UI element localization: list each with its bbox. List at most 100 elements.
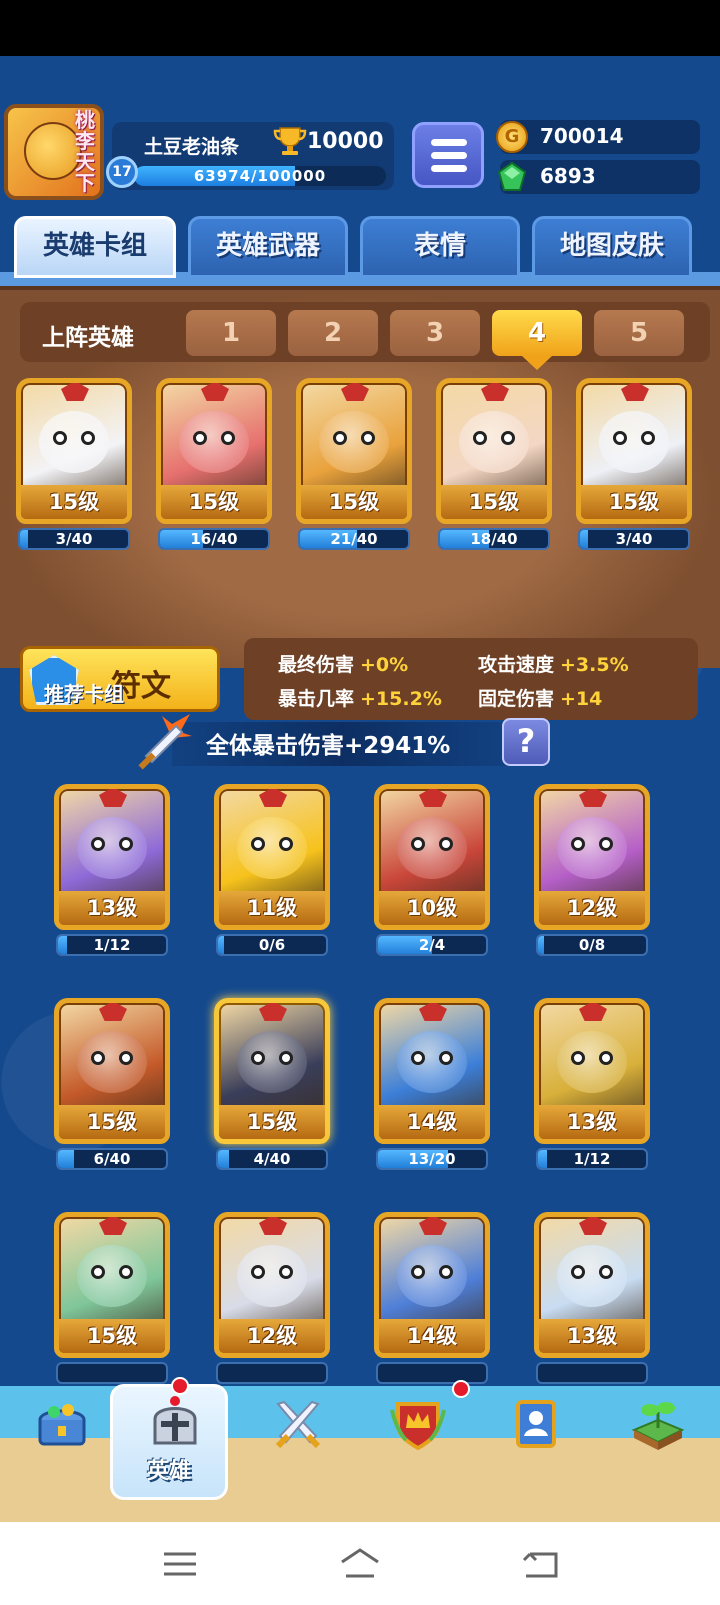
menu-icon-line (431, 152, 467, 159)
stat-final-damage: 最终伤害 +0% (278, 650, 408, 677)
nav-heroes-label: 英雄 (146, 1459, 191, 1484)
hero-face (557, 1245, 627, 1307)
stat-value: +15.2% (360, 688, 442, 710)
card-crest-icon (201, 383, 229, 401)
hero-card-progress-text: 6/40 (93, 1150, 131, 1168)
stat-name: 暴击几率 (278, 688, 355, 710)
hero-eye (411, 1051, 425, 1065)
hero-level: 12级 (219, 1319, 325, 1353)
hero-eye (501, 431, 515, 445)
hero-portrait: 12级 (534, 784, 650, 930)
hero-card[interactable]: 15级 (48, 1212, 176, 1384)
hero-level: 10级 (379, 891, 485, 925)
hero-card[interactable]: 14级 13/20 (368, 998, 496, 1170)
help-button[interactable]: ? (502, 718, 550, 766)
hero-eye (119, 1265, 133, 1279)
hero-portrait: 15级 (296, 378, 412, 524)
lineup-slot-4[interactable]: 4 (492, 310, 582, 370)
nav-shop[interactable] (0, 1386, 118, 1498)
hero-face (77, 1245, 147, 1307)
treasure-chest-icon (38, 1404, 86, 1446)
player-avatar[interactable]: 桃李天下 (4, 104, 104, 200)
player-level-badge: 17 (106, 156, 138, 188)
recent-apps-icon[interactable] (156, 1540, 204, 1588)
card-crest-icon (579, 789, 607, 807)
hero-card-progress-text: 21/40 (330, 530, 378, 548)
hero-card[interactable]: 15级 3/40 (10, 378, 138, 550)
menu-button[interactable] (412, 122, 484, 188)
hero-card[interactable]: 15级 21/40 (290, 378, 418, 550)
hero-level: 12级 (539, 891, 645, 925)
hero-card[interactable]: 15级 6/40 (48, 998, 176, 1170)
crit-damage-banner: 全体暴击伤害+2941% (132, 712, 552, 772)
hero-portrait: 15级 (436, 378, 552, 524)
hero-card[interactable]: 13级 1/12 (528, 998, 656, 1170)
lineup-slot-5[interactable]: 5 (594, 310, 684, 356)
tab-hero-deck[interactable]: 英雄卡组 (14, 216, 176, 278)
social-scroll-icon (516, 1400, 556, 1448)
hero-eye (599, 837, 613, 851)
lineup-slot-3[interactable]: 3 (390, 310, 480, 356)
gem-counter[interactable]: 6893 (497, 160, 700, 194)
hero-card[interactable]: 15级 4/40 (208, 998, 336, 1170)
hero-eye (411, 1265, 425, 1279)
card-crest-icon (481, 383, 509, 401)
tab-emotes[interactable]: 表情 (360, 216, 520, 278)
hero-eye (473, 431, 487, 445)
nav-social[interactable] (474, 1386, 592, 1498)
hero-card[interactable]: 12级 (208, 1212, 336, 1384)
tab-hero-weapons[interactable]: 英雄武器 (188, 216, 348, 278)
stat-name: 最终伤害 (278, 654, 355, 676)
hero-card[interactable]: 15级 18/40 (430, 378, 558, 550)
lineup-panel: 上阵英雄 1 2 3 4 5 15级 3/40 15级 16/40 15级 21/40 15… (0, 286, 720, 720)
nav-map[interactable] (596, 1386, 714, 1498)
hero-card-progress (56, 1362, 168, 1384)
hero-card-progress-text: 16/40 (190, 530, 238, 548)
gold-coin-icon: G (496, 121, 528, 153)
nav-battle[interactable] (236, 1386, 354, 1498)
card-crest-icon (259, 789, 287, 807)
hero-eye (91, 1051, 105, 1065)
hero-card-progress: 18/40 (438, 528, 550, 550)
card-crest-icon (419, 1003, 447, 1021)
hero-eye (91, 1265, 105, 1279)
avatar-title: 桃李天下 (75, 108, 95, 195)
player-panel: 土豆老油条 10000 63974/100000 (112, 122, 394, 190)
hero-card-progress (216, 1362, 328, 1384)
back-icon[interactable] (516, 1540, 564, 1588)
recommended-deck-label[interactable]: 推荐卡组 (44, 678, 124, 707)
lineup-label: 上阵英雄 (42, 325, 134, 351)
hero-card-progress-text: 13/20 (408, 1150, 456, 1168)
crit-damage-text: 全体暴击伤害+2941% (206, 733, 451, 759)
hero-card[interactable]: 15级 3/40 (570, 378, 698, 550)
sprout-map-icon (631, 1402, 685, 1450)
hero-card[interactable]: 13级 1/12 (48, 784, 176, 956)
player-name: 土豆老油条 (144, 136, 240, 158)
gold-counter[interactable]: G 700014 (496, 120, 700, 154)
hero-face (599, 411, 669, 473)
hero-card[interactable]: 12级 0/8 (528, 784, 656, 956)
hero-card-progress: 6/40 (56, 1148, 168, 1170)
hero-card[interactable]: 14级 (368, 1212, 496, 1384)
hero-face (397, 817, 467, 879)
nav-heroes[interactable]: 英雄 (110, 1377, 228, 1500)
hero-card-progress-text: 0/8 (578, 936, 606, 954)
lineup-slot-2[interactable]: 2 (288, 310, 378, 356)
hero-eye (361, 431, 375, 445)
hero-portrait: 15级 (54, 998, 170, 1144)
hero-eye (571, 837, 585, 851)
home-icon[interactable] (336, 1540, 384, 1588)
hero-card[interactable]: 15级 16/40 (150, 378, 278, 550)
hero-card[interactable]: 13级 (528, 1212, 656, 1384)
stat-value: +3.5% (560, 654, 629, 676)
hero-card[interactable]: 11级 0/6 (208, 784, 336, 956)
card-crest-icon (419, 1217, 447, 1235)
hero-card[interactable]: 10级 2/4 (368, 784, 496, 956)
hero-eye (279, 837, 293, 851)
hero-eye (279, 1051, 293, 1065)
tab-map-skins[interactable]: 地图皮肤 (532, 216, 692, 278)
lineup-slot-1[interactable]: 1 (186, 310, 276, 356)
card-crest-icon (259, 1003, 287, 1021)
crown-shield-icon (390, 1402, 446, 1451)
nav-rank[interactable] (356, 1380, 474, 1498)
